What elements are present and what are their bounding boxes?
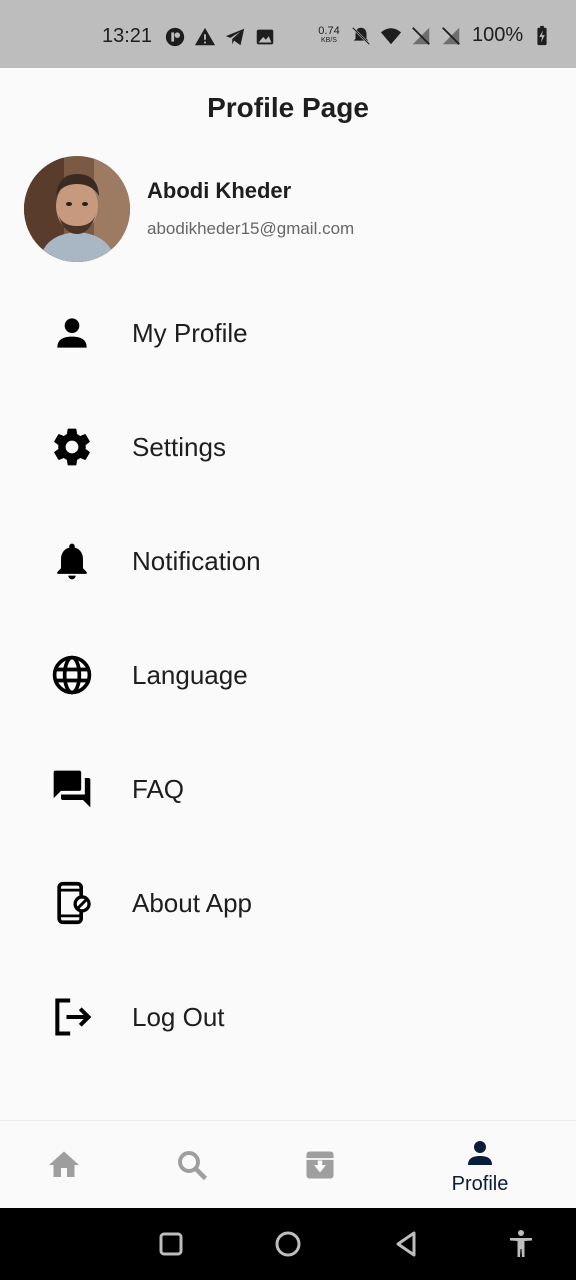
menu-item-label: FAQ	[132, 773, 185, 804]
accessibility-icon[interactable]	[505, 1228, 537, 1260]
menu-item-label: Settings	[132, 431, 226, 462]
status-time: 13:21	[102, 25, 153, 47]
archive-icon	[306, 1151, 334, 1179]
bottom-navigation: Profile	[0, 1120, 576, 1208]
menu-item-label: Notification	[132, 545, 261, 576]
menu-item-log-out[interactable]: Log Out	[0, 960, 576, 1074]
wifi-icon	[380, 27, 402, 44]
nav-search[interactable]	[160, 1121, 224, 1209]
nav-home[interactable]	[32, 1121, 96, 1209]
avatar-photo	[24, 156, 130, 262]
network-speed-unit: KB/S	[321, 36, 337, 44]
menu-item-my-profile[interactable]: My Profile	[0, 276, 576, 390]
gear-icon	[50, 425, 94, 469]
search-icon	[178, 1151, 208, 1181]
status-bar: 13:21 0.74 KB/S 100%	[0, 0, 576, 68]
no-signal-2-icon	[442, 26, 460, 45]
menu-item-language[interactable]: Language	[0, 618, 576, 732]
menu-item-label: About App	[132, 887, 252, 918]
user-name: Abodi Kheder	[147, 178, 292, 203]
network-speed-value: 0.74	[318, 24, 340, 37]
forum-icon	[50, 767, 94, 811]
menu-item-settings[interactable]: Settings	[0, 390, 576, 504]
bell-icon	[50, 539, 94, 583]
avatar[interactable]	[24, 156, 130, 262]
home-icon	[49, 1151, 79, 1177]
menu-item-label: Language	[132, 659, 248, 690]
menu-item-label: Log Out	[132, 1001, 225, 1032]
back-icon[interactable]	[390, 1228, 422, 1260]
telegram-icon	[225, 28, 245, 46]
globe-icon	[50, 653, 94, 697]
network-speed: 0.74 KB/S	[316, 24, 342, 46]
warning-icon	[194, 27, 216, 46]
logout-icon	[50, 995, 94, 1039]
menu-item-about-app[interactable]: About App	[0, 846, 576, 960]
image-icon	[256, 29, 274, 45]
person-icon	[50, 311, 94, 355]
system-navigation-bar	[0, 1208, 576, 1280]
recents-icon[interactable]	[155, 1228, 187, 1260]
battery-percent: 100%	[472, 24, 524, 46]
muted-bell-icon	[351, 26, 371, 45]
page-title: Profile Page	[207, 92, 369, 123]
home-circle-icon[interactable]	[272, 1228, 304, 1260]
profile-menu: My Profile Settings Notification Languag…	[0, 276, 576, 1074]
no-signal-icon	[412, 26, 430, 45]
person-icon	[468, 1140, 492, 1165]
nav-archive[interactable]	[288, 1121, 352, 1209]
nav-profile[interactable]: Profile	[420, 1121, 540, 1209]
notification-icons	[164, 26, 276, 48]
phone-info-icon	[50, 881, 94, 925]
user-email: abodikheder15@gmail.com	[147, 219, 355, 238]
menu-item-label: My Profile	[132, 317, 248, 348]
app-notification-icon	[165, 27, 185, 47]
battery-charging-icon	[537, 25, 547, 45]
menu-item-faq[interactable]: FAQ	[0, 732, 576, 846]
nav-profile-label: Profile	[451, 1172, 509, 1195]
system-status-icons: 0.74 KB/S 100%	[316, 24, 553, 47]
menu-item-notification[interactable]: Notification	[0, 504, 576, 618]
